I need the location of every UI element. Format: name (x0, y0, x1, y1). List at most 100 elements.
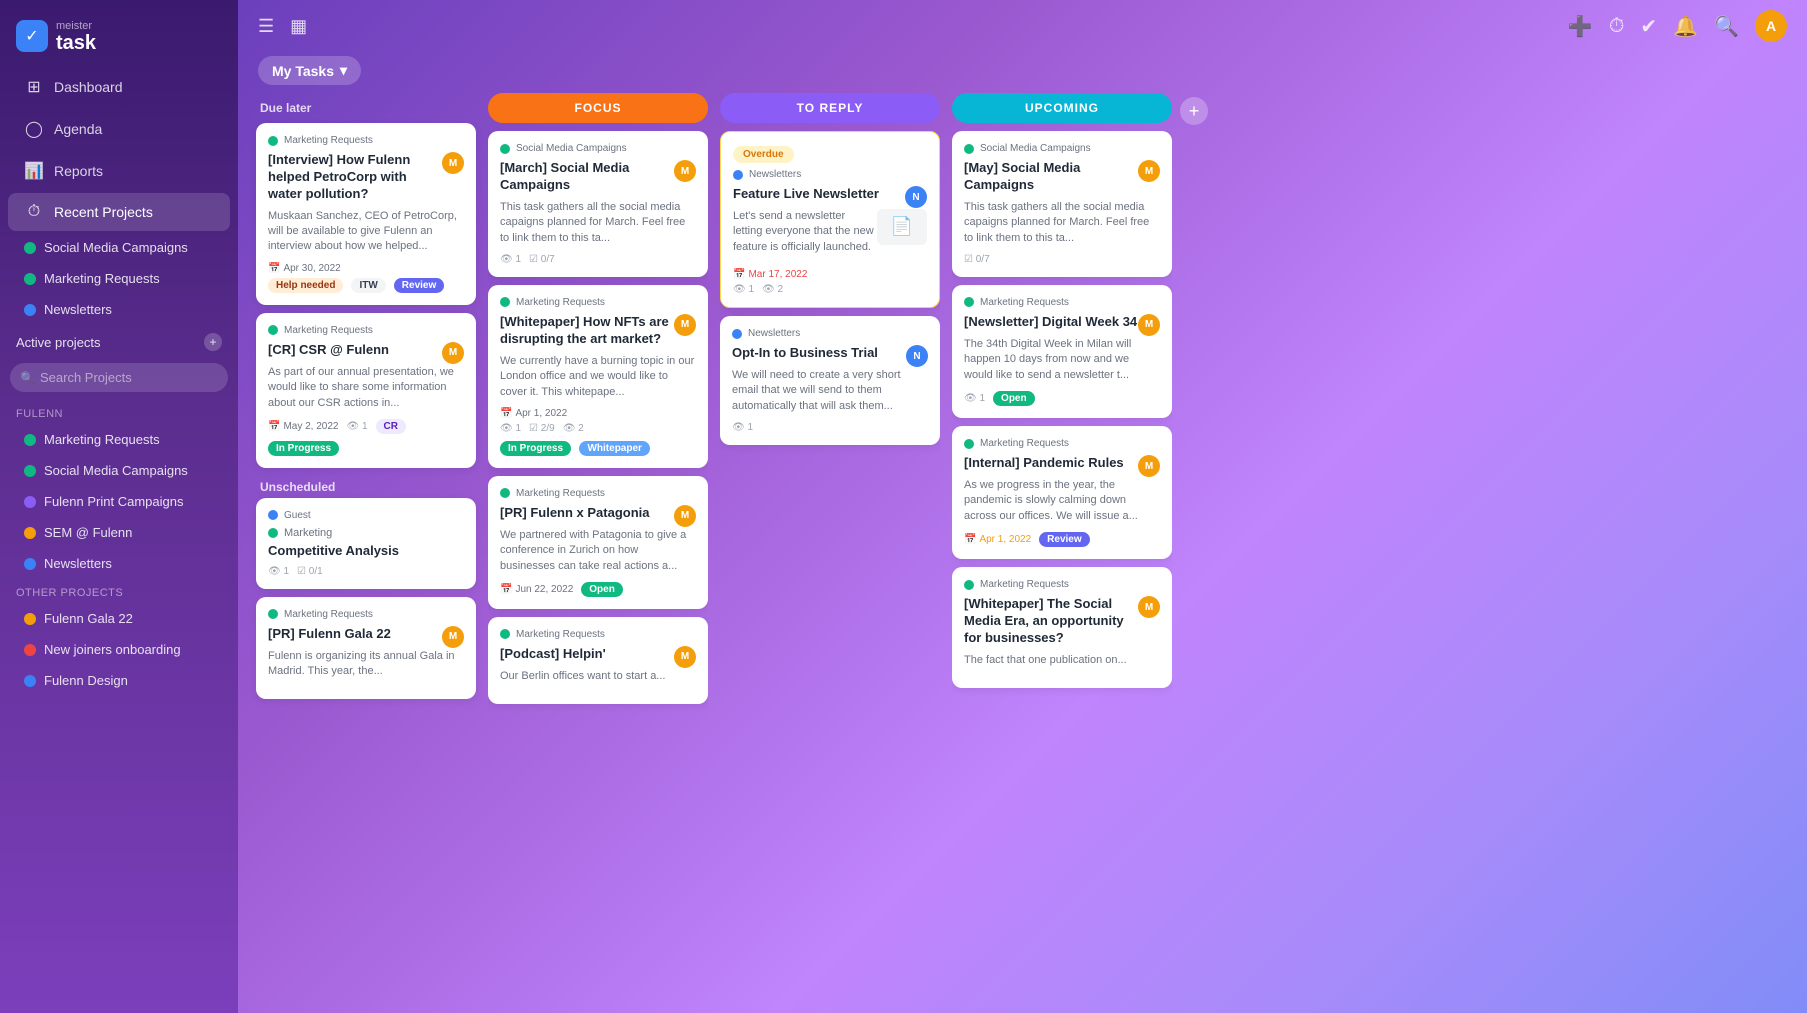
card-desc: As part of our annual presentation, we w… (268, 365, 464, 411)
sidebar-item-dashboard[interactable]: ⊞ Dashboard (8, 67, 230, 107)
project-dot (733, 170, 743, 180)
card-meta: 👁 1 (732, 422, 928, 433)
table-row[interactable]: Marketing Requests [Whitepaper] How NFTs… (488, 285, 708, 468)
table-row[interactable]: Guest Marketing Competitive Analysis 👁 1… (256, 498, 476, 589)
search-input[interactable] (10, 363, 228, 392)
sidebar-project-new-joiners[interactable]: New joiners onboarding (8, 635, 230, 664)
sidebar-project-sem[interactable]: SEM @ Fulenn (8, 518, 230, 547)
project-label: Marketing Requests (44, 271, 160, 286)
card-title: Competitive Analysis (268, 543, 464, 560)
layout-icon[interactable]: ▦ (290, 16, 307, 37)
active-projects-header[interactable]: Active projects + (0, 325, 238, 355)
topbar-left: ☰ ▦ (258, 16, 307, 37)
hamburger-icon[interactable]: ☰ (258, 16, 274, 37)
sidebar-project-gala22[interactable]: Fulenn Gala 22 (8, 604, 230, 633)
add-column-button[interactable]: + (1180, 97, 1208, 125)
dashboard-icon: ⊞ (24, 77, 44, 97)
bell-icon[interactable]: 🔔 (1673, 14, 1698, 39)
logo-area[interactable]: ✓ meistertask (0, 0, 238, 66)
sidebar-item-label: Dashboard (54, 79, 123, 95)
card-desc: Let's send a newsletter letting everyone… (733, 209, 877, 255)
add-task-icon[interactable]: ➕ (1568, 14, 1593, 39)
card-project: Marketing Requests (964, 438, 1160, 449)
project-name: Marketing Requests (284, 609, 373, 620)
project-dot (268, 325, 278, 335)
project-name: Newsletters (748, 328, 800, 339)
my-tasks-button[interactable]: My Tasks ▾ (258, 56, 361, 85)
avatar: M (674, 314, 696, 336)
add-column-area: + (1180, 93, 1210, 1001)
sidebar-project-newsletters[interactable]: Newsletters (8, 295, 230, 324)
watchers: 👁 1 (500, 254, 521, 265)
table-row[interactable]: Marketing Requests [Whitepaper] The Soci… (952, 567, 1172, 688)
table-row[interactable]: Marketing Requests [Interview] How Fulen… (256, 123, 476, 305)
card-project: Marketing Requests (964, 297, 1160, 308)
card-project: Marketing Requests (500, 297, 696, 308)
card-desc: This task gathers all the social media c… (964, 200, 1160, 246)
watchers: 👁 1 (732, 422, 753, 433)
sidebar-project-print-campaigns[interactable]: Fulenn Print Campaigns (8, 487, 230, 516)
card-meta: 👁 1 ☑ 0/7 (500, 254, 696, 265)
reports-icon: 📊 (24, 161, 44, 181)
check-icon[interactable]: ✔ (1640, 14, 1657, 39)
sidebar-project-marketing-req[interactable]: Marketing Requests (8, 425, 230, 454)
unscheduled-label: Unscheduled (256, 468, 476, 498)
card-title: [PR] Fulenn x Patagonia (500, 505, 650, 522)
my-tasks-label: My Tasks (272, 63, 334, 79)
table-row[interactable]: Social Media Campaigns [May] Social Medi… (952, 131, 1172, 277)
sidebar-project-newsletters-f[interactable]: Newsletters (8, 549, 230, 578)
avatar[interactable]: A (1755, 10, 1787, 42)
search-icon[interactable]: 🔍 (1714, 14, 1739, 39)
table-row[interactable]: Marketing Requests [Internal] Pandemic R… (952, 426, 1172, 559)
project-dot (268, 510, 278, 520)
eyes2: 👁 2 (762, 284, 783, 295)
agenda-icon: ◯ (24, 119, 44, 139)
project-label: Newsletters (44, 302, 112, 317)
project-dot (24, 527, 36, 539)
card-title: [Interview] How Fulenn helped PetroCorp … (268, 152, 442, 203)
avatar: M (1138, 596, 1160, 618)
add-project-button[interactable]: + (204, 333, 222, 351)
card-footer: 📅 May 2, 2022 👁 1 CR (268, 419, 464, 434)
project-label: Newsletters (44, 556, 112, 571)
sidebar-item-label: Reports (54, 163, 103, 179)
sidebar-item-agenda[interactable]: ◯ Agenda (8, 109, 230, 149)
project-dot (24, 273, 36, 285)
project-label: Marketing Requests (44, 432, 160, 447)
overdue-badge: Overdue (733, 146, 794, 163)
sidebar-item-recent-projects[interactable]: ⏱ Recent Projects (8, 193, 230, 231)
table-row[interactable]: Newsletters Opt-In to Business Trial N W… (720, 316, 940, 445)
table-row[interactable]: Social Media Campaigns [March] Social Me… (488, 131, 708, 277)
sidebar-project-marketing[interactable]: Marketing Requests (8, 264, 230, 293)
watchers: 👁 1 (347, 421, 368, 432)
table-row[interactable]: Overdue Newsletters Feature Live Newslet… (720, 131, 940, 308)
table-row[interactable]: Marketing Requests [Podcast] Helpin' M O… (488, 617, 708, 704)
card-desc: Muskaan Sanchez, CEO of PetroCorp, will … (268, 209, 464, 255)
due-later-label: Due later (256, 93, 476, 123)
sidebar-item-reports[interactable]: 📊 Reports (8, 151, 230, 191)
card-date: 📅 Apr 1, 2022 (500, 408, 567, 419)
table-row[interactable]: Marketing Requests [PR] Fulenn x Patagon… (488, 476, 708, 609)
card-meta: 👁 1 ☑ 0/1 (268, 566, 464, 577)
project-dot (964, 439, 974, 449)
card-title: [Internal] Pandemic Rules (964, 455, 1124, 472)
card-project: Marketing Requests (268, 135, 464, 146)
sidebar-project-design[interactable]: Fulenn Design (8, 666, 230, 695)
card-project: Newsletters (732, 328, 928, 339)
table-row[interactable]: Marketing Requests [CR] CSR @ Fulenn M A… (256, 313, 476, 468)
project-name: Social Media Campaigns (980, 143, 1091, 154)
watchers: 👁 1 (268, 566, 289, 577)
avatar: M (442, 342, 464, 364)
sidebar-project-social-media[interactable]: Social Media Campaigns (8, 233, 230, 262)
card-meta: 👁 1 👁 2 (733, 284, 927, 295)
upcoming-cards: Social Media Campaigns [May] Social Medi… (952, 131, 1172, 1001)
attachment-preview: 📄 (877, 209, 927, 245)
table-row[interactable]: Marketing Requests [Newsletter] Digital … (952, 285, 1172, 418)
table-row[interactable]: Marketing Requests [PR] Fulenn Gala 22 M… (256, 597, 476, 700)
tag-review: Review (1039, 532, 1089, 547)
timer-icon[interactable]: ⏱ (1609, 15, 1625, 38)
project-dot (24, 644, 36, 656)
card-project: Marketing Requests (500, 488, 696, 499)
project-dot (24, 558, 36, 570)
sidebar-project-social-campaigns[interactable]: Social Media Campaigns (8, 456, 230, 485)
